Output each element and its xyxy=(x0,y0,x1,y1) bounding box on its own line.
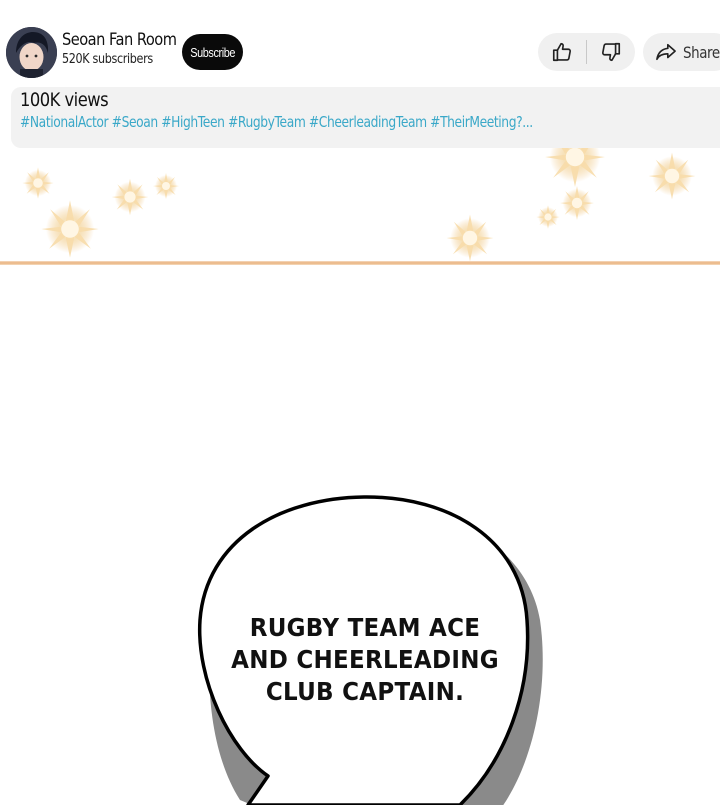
speech-bubble-text: RUGBY TEAM ACE AND CHEERLEADING CLUB CAP… xyxy=(200,612,530,708)
speech-line: RUGBY TEAM ACE xyxy=(249,613,481,642)
speech-line: AND CHEERLEADING xyxy=(231,645,499,674)
speech-line: CLUB CAPTAIN. xyxy=(265,677,465,706)
comic-page: Seoan Fan Room 520K subscribers Subscrib… xyxy=(0,0,720,805)
